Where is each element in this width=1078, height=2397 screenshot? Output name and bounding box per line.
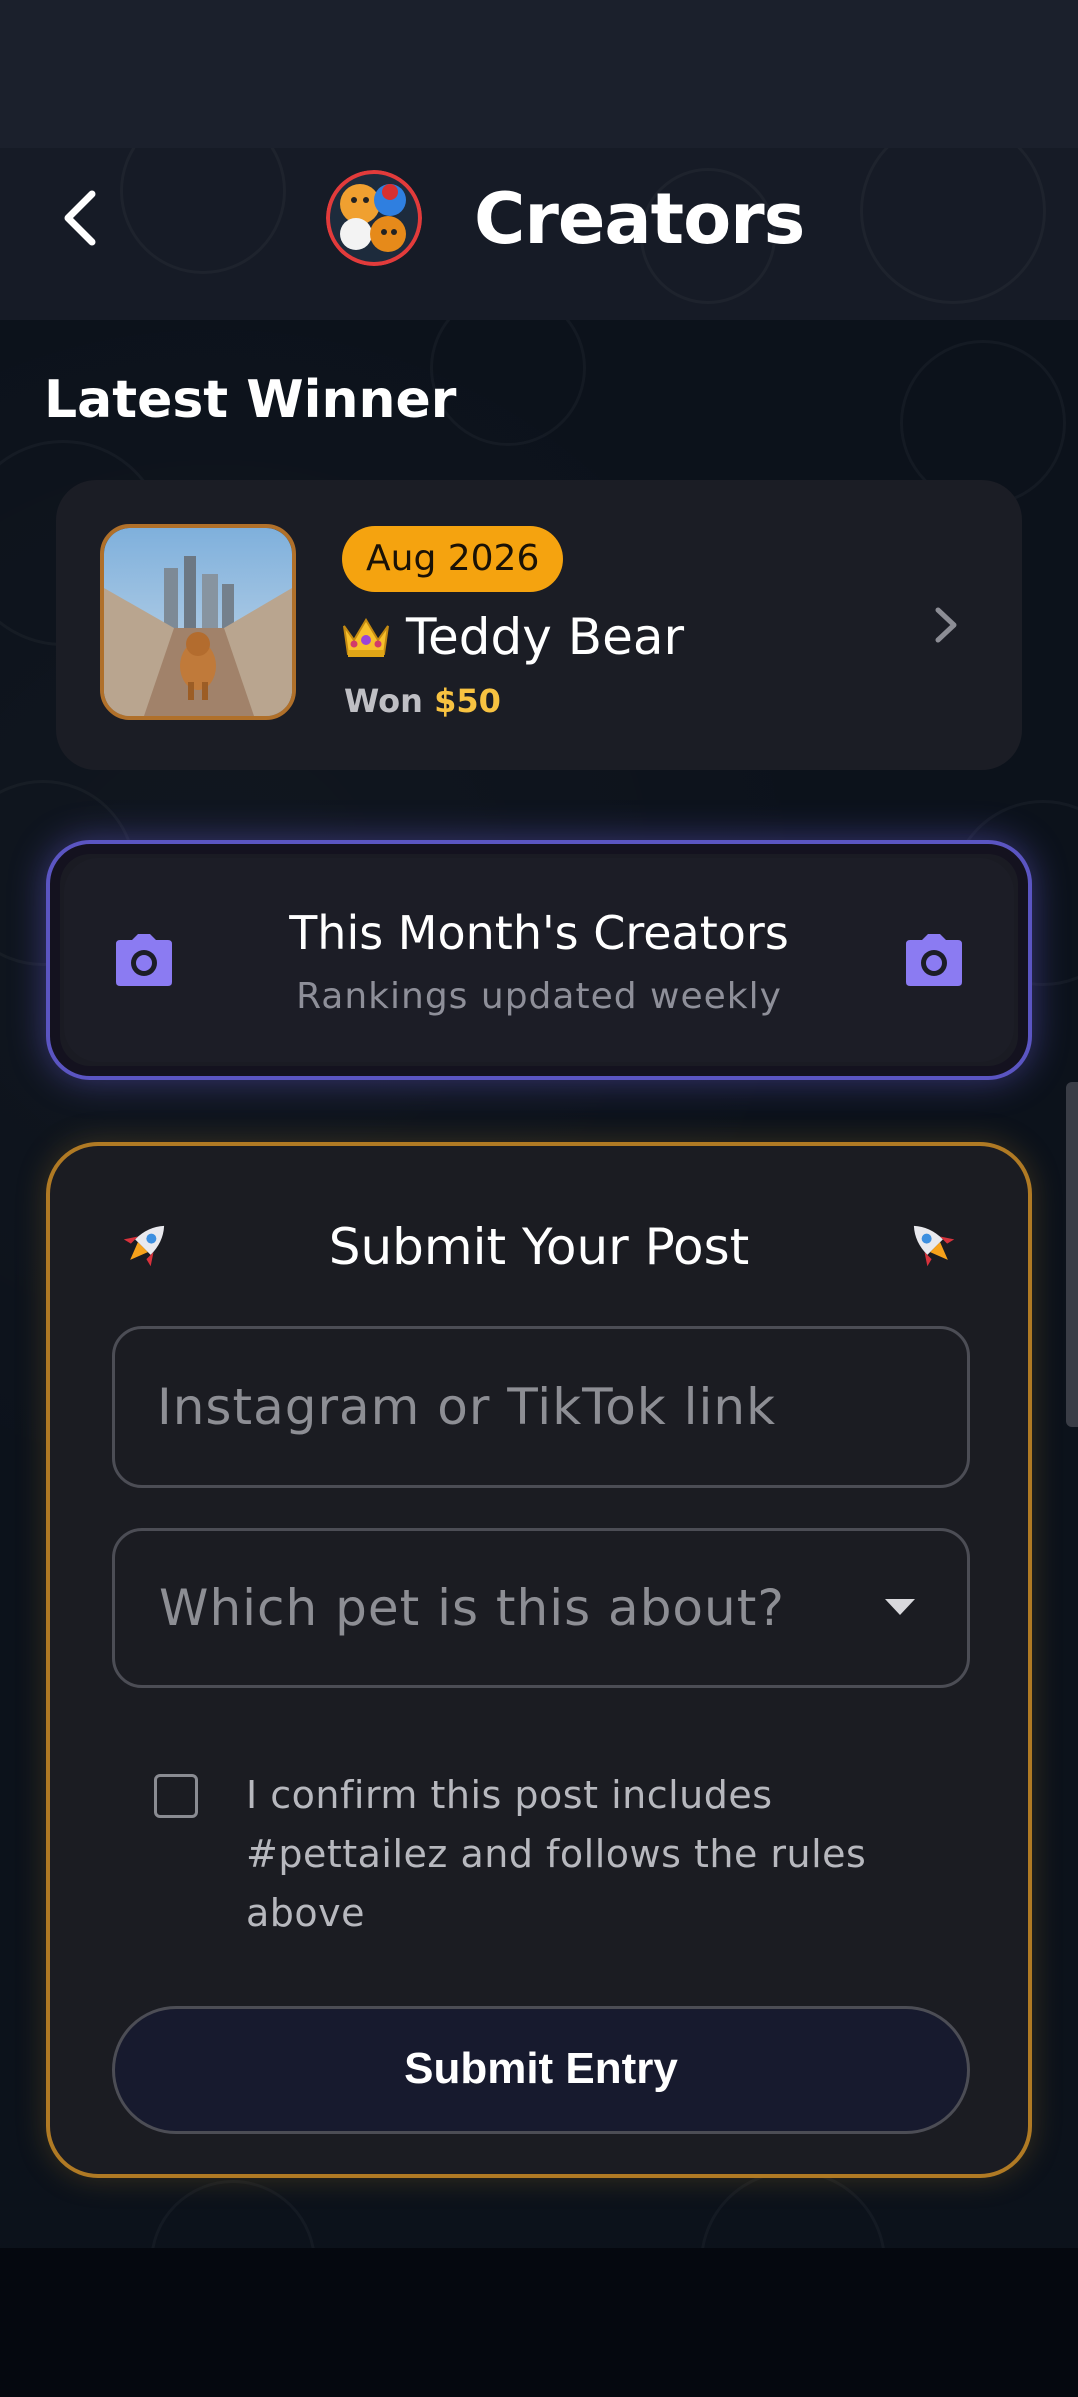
confirm-checkbox[interactable]: [154, 1774, 198, 1818]
latest-winner-heading: Latest Winner: [44, 370, 457, 430]
chevron-left-icon: [64, 190, 96, 246]
creators-banner-title: This Month's Creators: [289, 906, 789, 960]
background-doodle: [860, 148, 1046, 304]
submit-post-card: Submit Your Post Which pet is this about…: [46, 1142, 1032, 2178]
won-amount: $50: [434, 682, 501, 720]
crown-icon: [340, 614, 392, 660]
winner-photo: [100, 524, 296, 720]
chevron-down-icon: [885, 1599, 915, 1615]
winner-name-row: Teddy Bear: [340, 608, 684, 666]
rocket-icon: [913, 1225, 955, 1267]
status-bar: [0, 0, 1078, 148]
creators-banner-inner: This Month's Creators Rankings updated w…: [64, 858, 1014, 1062]
page-title: Creators: [474, 178, 805, 260]
bottom-area: [0, 2248, 1078, 2397]
background-doodle: [120, 148, 286, 274]
creators-banner-subtitle: Rankings updated weekly: [296, 976, 782, 1017]
pet-characters-logo-icon: [326, 170, 422, 266]
confirm-rules-label: I confirm this post includes #pettailez …: [246, 1773, 867, 1935]
background-doodle: [700, 2170, 886, 2248]
this-month-creators-banner[interactable]: This Month's Creators Rankings updated w…: [46, 840, 1032, 1080]
winner-month-badge: Aug 2026: [342, 526, 564, 592]
won-label: Won: [344, 682, 423, 720]
submit-post-title: Submit Your Post: [328, 1218, 750, 1276]
post-link-input[interactable]: [112, 1326, 970, 1488]
main-content: Latest Winner Aug 2026 Teddy Bear Won $5…: [0, 320, 1078, 2248]
winner-prize: Won $50: [344, 682, 501, 720]
chevron-right-icon: [935, 607, 957, 643]
submit-entry-button[interactable]: Submit Entry: [112, 2006, 970, 2134]
scrollbar[interactable]: [1066, 1082, 1078, 1427]
pet-select-placeholder: Which pet is this about?: [159, 1579, 785, 1637]
latest-winner-card[interactable]: Aug 2026 Teddy Bear Won $50: [56, 480, 1022, 770]
camera-icon: [906, 934, 962, 986]
pet-select-dropdown[interactable]: Which pet is this about?: [112, 1528, 970, 1688]
back-button[interactable]: [48, 186, 112, 250]
winner-name: Teddy Bear: [406, 608, 685, 666]
background-doodle: [150, 2180, 316, 2248]
app-header: Creators: [0, 148, 1078, 320]
